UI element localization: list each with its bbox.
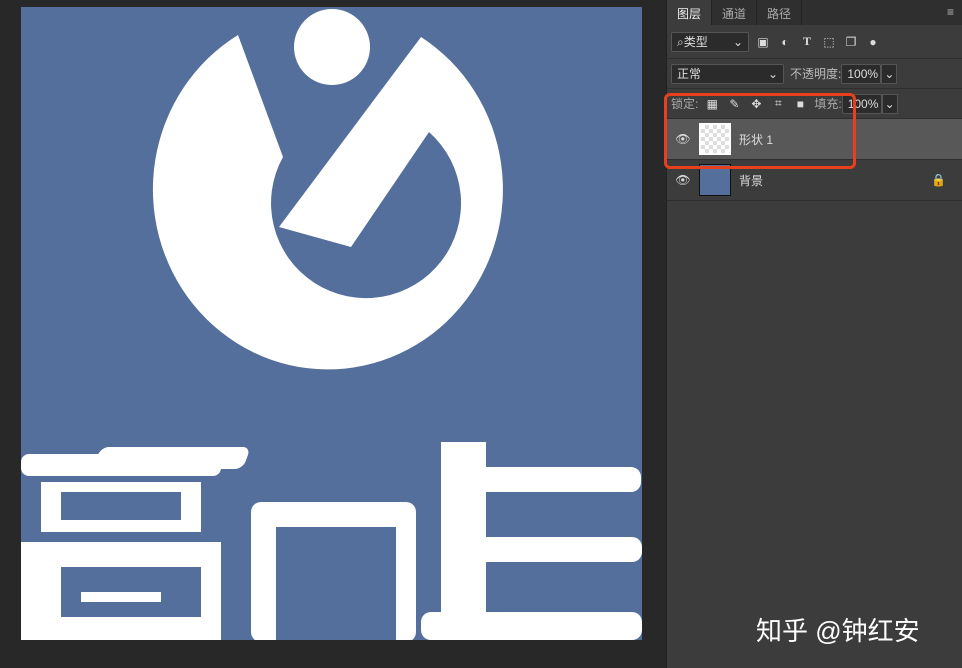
- panel-menu-icon[interactable]: ≡: [947, 5, 954, 19]
- watermark: 知乎 @钟红安: [756, 616, 920, 646]
- opacity-input[interactable]: 100%: [841, 63, 882, 84]
- opacity-label: 不透明度:: [790, 67, 842, 81]
- tab-paths[interactable]: 路径: [757, 0, 803, 25]
- shape-filter-icon[interactable]: ⬚: [821, 35, 837, 49]
- blend-row: 正常 ⌄ 不透明度: 100% ⌄: [667, 59, 962, 89]
- blend-mode-select[interactable]: 正常 ⌄: [671, 63, 784, 84]
- filter-row: ⌕类型 ⌄ ▣ ◐ T ⬚ ❐ ●: [667, 25, 962, 59]
- visibility-eye-icon[interactable]: 👁: [667, 173, 699, 187]
- image-filter-icon[interactable]: ▣: [755, 35, 771, 49]
- chevron-down-icon: ⌄: [767, 66, 778, 81]
- fill-dropdown[interactable]: ⌄: [881, 93, 898, 114]
- adjustment-filter-icon[interactable]: ◐: [777, 35, 793, 49]
- document-canvas[interactable]: [21, 7, 642, 640]
- filter-type-select[interactable]: ⌕类型 ⌄: [671, 31, 749, 52]
- chevron-down-icon: ⌄: [732, 34, 743, 49]
- type-filter-icon[interactable]: T: [799, 34, 815, 49]
- logo-artwork: [21, 9, 642, 640]
- lock-icon: 🔒: [931, 173, 946, 187]
- search-icon: ⌕: [677, 35, 684, 49]
- smart-object-filter-icon[interactable]: ❐: [843, 35, 859, 49]
- tab-channels[interactable]: 通道: [712, 0, 758, 25]
- highlight-annotation: [664, 93, 856, 169]
- filter-toggle-icon[interactable]: ●: [865, 35, 881, 49]
- panel-tabs: 图层 通道 路径 ≡: [667, 0, 962, 25]
- tab-layers[interactable]: 图层: [667, 0, 713, 25]
- opacity-dropdown[interactable]: ⌄: [881, 63, 898, 84]
- layer-name: 背景: [739, 173, 764, 188]
